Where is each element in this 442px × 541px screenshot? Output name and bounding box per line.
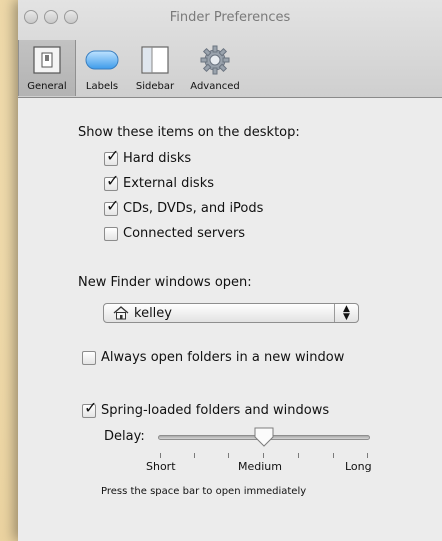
always-open-checkbox[interactable] xyxy=(82,351,96,365)
toolbar: Finder Preferences General Labels Sideba… xyxy=(18,0,442,98)
slider-tick xyxy=(367,453,368,458)
slider-long-label: Long xyxy=(345,460,372,473)
checkmark-icon: ✓ xyxy=(84,398,98,417)
tab-labels-label: Labels xyxy=(85,81,119,92)
title-bar[interactable]: Finder Preferences xyxy=(18,0,442,38)
spring-loaded-checkbox[interactable]: ✓ xyxy=(82,400,97,418)
connected-servers-label: Connected servers xyxy=(123,226,246,241)
slider-tick xyxy=(298,453,299,458)
connected-servers-checkbox[interactable] xyxy=(104,227,118,241)
tab-advanced-label: Advanced xyxy=(190,81,240,92)
slider-tick xyxy=(160,453,161,458)
hard-disks-checkbox[interactable]: ✓ xyxy=(104,148,119,166)
checkmark-icon: ✓ xyxy=(106,196,120,215)
new-window-popup[interactable]: kelley ▲ ▼ xyxy=(103,303,359,323)
tab-sidebar[interactable]: Sidebar xyxy=(128,40,182,96)
slider-tick xyxy=(194,453,195,458)
preference-tabs: General Labels Sidebar Advanced xyxy=(18,40,442,96)
finder-preferences-window: Finder Preferences General Labels Sideba… xyxy=(18,0,442,541)
window-title: Finder Preferences xyxy=(169,10,291,25)
always-open-label: Always open folders in a new window xyxy=(101,350,345,365)
tab-advanced[interactable]: Advanced xyxy=(182,40,248,96)
external-disks-checkbox[interactable]: ✓ xyxy=(104,173,119,191)
general-pane: Show these items on the desktop: ✓ Hard … xyxy=(18,98,442,541)
delay-label: Delay: xyxy=(104,429,145,444)
home-icon xyxy=(113,306,129,320)
gear-icon xyxy=(200,45,230,75)
checkmark-icon: ✓ xyxy=(106,171,120,190)
slider-tick xyxy=(263,453,264,458)
slider-tick xyxy=(228,453,229,458)
light-switch-icon xyxy=(33,46,61,74)
tab-general[interactable]: General xyxy=(18,40,76,96)
slider-short-label: Short xyxy=(146,460,176,473)
slider-tick xyxy=(333,453,334,458)
cds-dvds-ipods-label: CDs, DVDs, and iPods xyxy=(123,201,264,216)
cds-dvds-ipods-checkbox[interactable]: ✓ xyxy=(104,198,119,216)
delay-slider-thumb[interactable] xyxy=(253,426,275,448)
popup-arrows-icon: ▲ ▼ xyxy=(334,304,358,322)
new-window-value: kelley xyxy=(134,306,172,321)
desktop-items-heading: Show these items on the desktop: xyxy=(78,125,300,140)
checkmark-icon: ✓ xyxy=(106,146,120,165)
tab-labels[interactable]: Labels xyxy=(76,40,128,96)
external-disks-label: External disks xyxy=(123,176,215,191)
space-bar-hint: Press the space bar to open immediately xyxy=(101,486,307,497)
tab-general-label: General xyxy=(27,81,67,92)
new-window-heading: New Finder windows open: xyxy=(78,275,252,290)
slider-medium-label: Medium xyxy=(238,460,282,473)
sidebar-icon xyxy=(141,46,169,74)
tab-sidebar-label: Sidebar xyxy=(135,81,175,92)
labels-pill-icon xyxy=(85,50,119,70)
spring-loaded-label: Spring-loaded folders and windows xyxy=(101,403,330,418)
hard-disks-label: Hard disks xyxy=(123,151,192,166)
